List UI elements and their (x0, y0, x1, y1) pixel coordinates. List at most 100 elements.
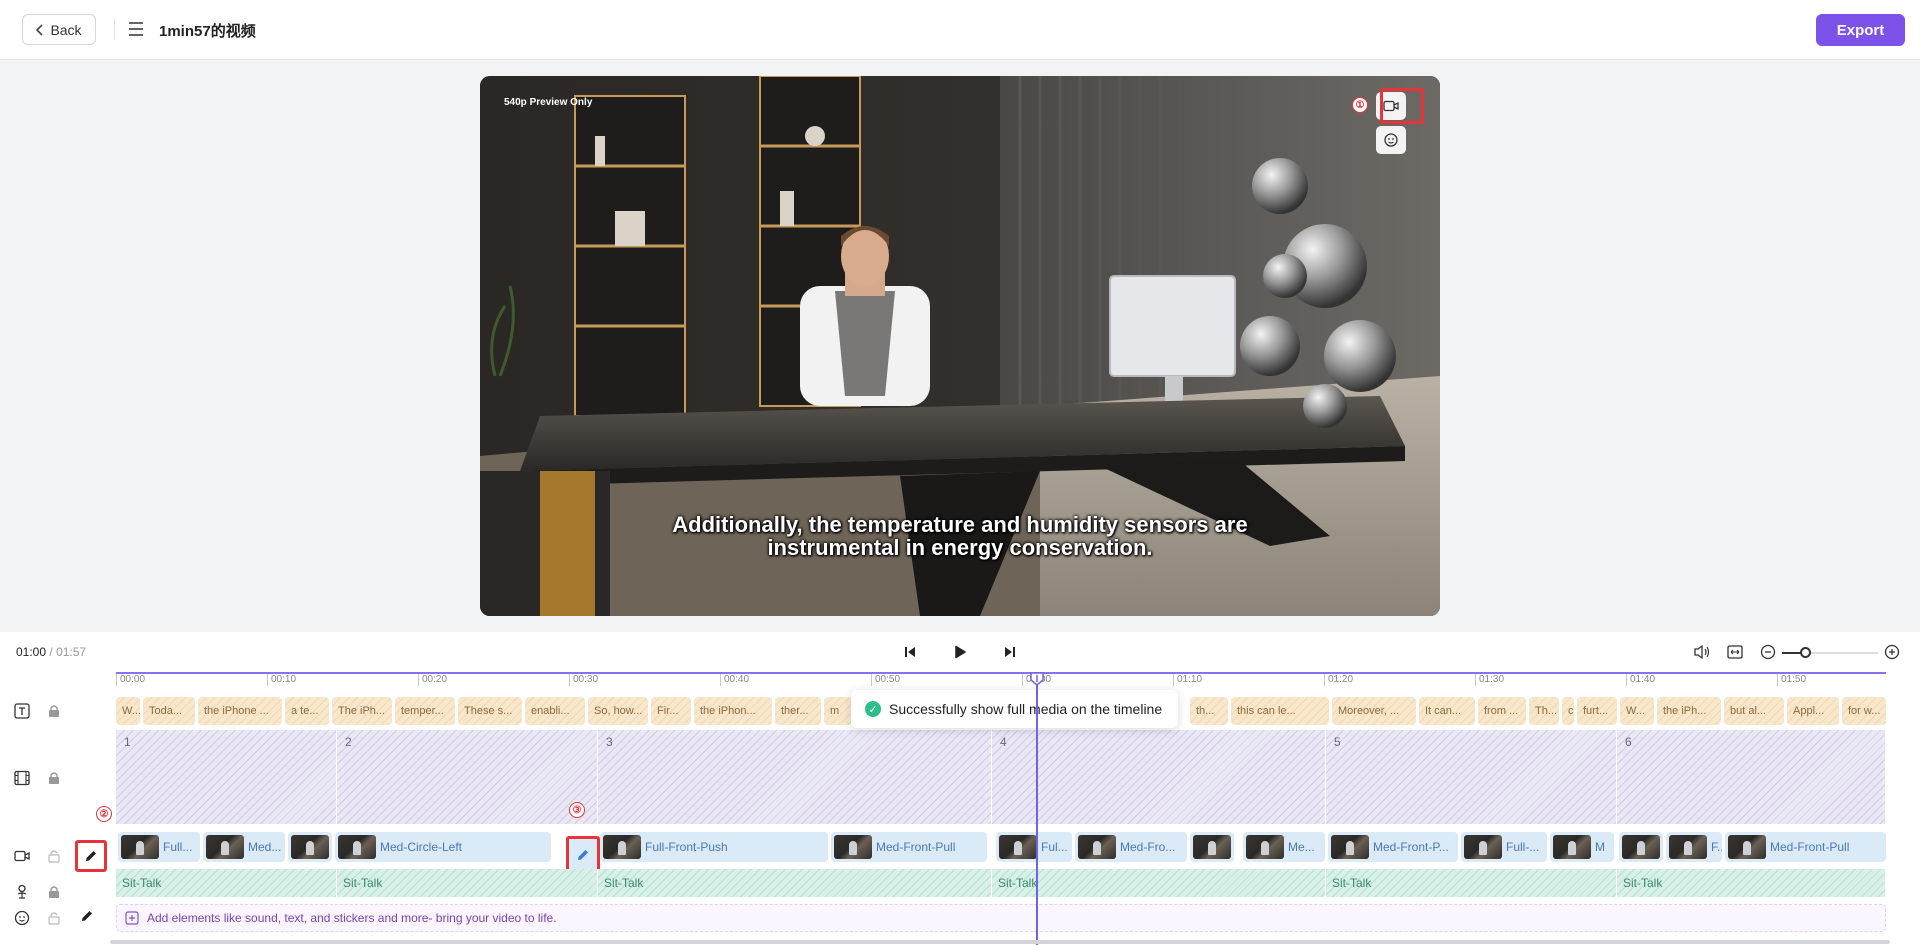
clip-thumbnail (121, 835, 159, 859)
camera-clip-label: Full-Front-Push (645, 840, 728, 854)
text-clip[interactable]: enabli... (525, 697, 585, 725)
camera-clip[interactable]: Full... (118, 832, 200, 862)
text-clip[interactable]: Th... (1529, 697, 1559, 725)
total-time: 01:57 (56, 645, 87, 659)
menu-icon[interactable] (128, 19, 144, 39)
highlight-box-camera (1380, 88, 1424, 124)
time-separator: / (49, 645, 53, 659)
scene-clip[interactable]: 6 (1617, 730, 1886, 824)
add-element-icon (125, 911, 139, 925)
camera-clip[interactable]: M (1550, 832, 1614, 862)
lock-icon[interactable] (46, 770, 62, 786)
lock-icon[interactable] (46, 703, 62, 719)
zoom-in-button[interactable] (1882, 642, 1902, 662)
export-button[interactable]: Export (1816, 14, 1905, 46)
action-clip[interactable]: Sit-Talk (1617, 869, 1886, 897)
text-clip[interactable]: a te... (285, 697, 329, 725)
text-clip[interactable]: Appl... (1787, 697, 1839, 725)
camera-clip[interactable] (288, 832, 332, 862)
add-elements-bar[interactable]: Add elements like sound, text, and stick… (116, 904, 1886, 932)
action-clip[interactable]: Sit-Talk (116, 869, 337, 897)
text-clip[interactable]: W... (1620, 697, 1654, 725)
playhead-handle[interactable] (1030, 672, 1044, 686)
text-clip[interactable]: It can... (1419, 697, 1475, 725)
text-clip[interactable]: So, how... (588, 697, 648, 725)
unlock-icon[interactable] (46, 910, 62, 926)
camera-clip[interactable]: Med-Front-Pull (1725, 832, 1886, 862)
scene-clip[interactable]: 1 (116, 730, 337, 824)
text-clip[interactable]: Fir... (651, 697, 691, 725)
lock-icon[interactable] (46, 884, 62, 900)
action-clip[interactable]: Sit-Talk (992, 869, 1326, 897)
text-clip[interactable]: These s... (458, 697, 522, 725)
step-badge-1: ① (1352, 97, 1368, 113)
zoom-out-button[interactable] (1758, 642, 1778, 662)
camera-clip[interactable]: Med-Circle-Left (335, 832, 551, 862)
zoom-slider-track[interactable] (1808, 652, 1878, 654)
action-clip[interactable]: Sit-Talk (598, 869, 992, 897)
skip-forward-button[interactable] (1000, 642, 1020, 662)
text-clip[interactable]: from ... (1478, 697, 1526, 725)
video-preview[interactable]: 540p Preview Only ① Additionally, the te… (480, 76, 1440, 616)
camera-clip[interactable]: Full-... (1461, 832, 1547, 862)
action-clip[interactable]: Sit-Talk (1326, 869, 1617, 897)
fit-width-icon (1727, 645, 1743, 659)
check-circle-icon: ✓ (865, 701, 881, 717)
camera-clip[interactable]: Med-Fro... (1075, 832, 1187, 862)
fit-timeline-button[interactable] (1725, 642, 1745, 662)
text-clip[interactable]: the iPh... (1657, 697, 1721, 725)
camera-clip[interactable]: Med... (203, 832, 285, 862)
text-clip[interactable]: the iPhon... (694, 697, 772, 725)
text-clip[interactable]: but al... (1724, 697, 1784, 725)
text-clip[interactable]: The iPh... (332, 697, 392, 725)
text-clip[interactable]: W... (116, 697, 140, 725)
camera-clip[interactable]: Full-Front-Push (600, 832, 828, 862)
camera-clip-label: Full-... (1506, 840, 1540, 854)
project-title[interactable]: 1min57的视频 (159, 20, 256, 41)
scene-clip[interactable]: 5 (1326, 730, 1617, 824)
text-clip[interactable]: furt... (1577, 697, 1617, 725)
unlock-icon[interactable] (46, 848, 62, 864)
camera-clip[interactable]: F... (1666, 832, 1722, 862)
text-clip[interactable]: temper... (395, 697, 455, 725)
scene-clip[interactable]: 2 (337, 730, 598, 824)
scene-clip[interactable]: 3 (598, 730, 992, 824)
camera-clip[interactable] (1190, 832, 1234, 862)
camera-clip[interactable]: Me... (1243, 832, 1325, 862)
header-divider (114, 18, 115, 40)
edit-camera-track-button[interactable] (75, 840, 107, 872)
clip-thumbnail (1464, 835, 1502, 859)
text-clip[interactable]: c (1562, 697, 1574, 725)
camera-clip[interactable] (1619, 832, 1663, 862)
skip-back-button[interactable] (900, 642, 920, 662)
text-clip[interactable]: Toda... (143, 697, 195, 725)
action-clip[interactable]: Sit-Talk (337, 869, 598, 897)
text-clip[interactable]: Moreover, ... (1332, 697, 1416, 725)
pencil-icon (578, 850, 588, 860)
text-clip[interactable]: th... (1190, 697, 1228, 725)
zoom-slider-handle[interactable] (1800, 647, 1811, 658)
clip-thumbnail (291, 835, 329, 859)
scene-clip[interactable]: 4 (992, 730, 1326, 824)
camera-clip[interactable]: Ful... (996, 832, 1072, 862)
clip-thumbnail (1622, 835, 1660, 859)
text-clip[interactable]: for w... (1842, 697, 1886, 725)
text-clip[interactable]: ther... (775, 697, 821, 725)
volume-button[interactable] (1692, 642, 1712, 662)
playhead-line[interactable] (1036, 672, 1038, 945)
back-button[interactable]: Back (22, 14, 96, 45)
ruler-tick: 00:30 (569, 674, 598, 686)
edit-elements-button[interactable] (80, 909, 96, 925)
time-ruler[interactable]: 00:00 00:10 00:20 00:30 00:40 00:50 01:0… (116, 672, 1886, 690)
text-clip[interactable]: this can le... (1231, 697, 1329, 725)
camera-clip[interactable]: Med-Front-Pull (831, 832, 987, 862)
camera-clip[interactable]: Med-Front-P... (1328, 832, 1458, 862)
text-clip[interactable]: the iPhone ... (198, 697, 282, 725)
avatar-view-button[interactable] (1376, 126, 1406, 154)
timeline-scrollbar[interactable] (110, 940, 1890, 944)
text-clip[interactable]: m (824, 697, 852, 725)
play-button[interactable] (950, 642, 970, 662)
clip-thumbnail (1669, 835, 1707, 859)
pencil-icon (82, 911, 92, 921)
clip-thumbnail (999, 835, 1037, 859)
